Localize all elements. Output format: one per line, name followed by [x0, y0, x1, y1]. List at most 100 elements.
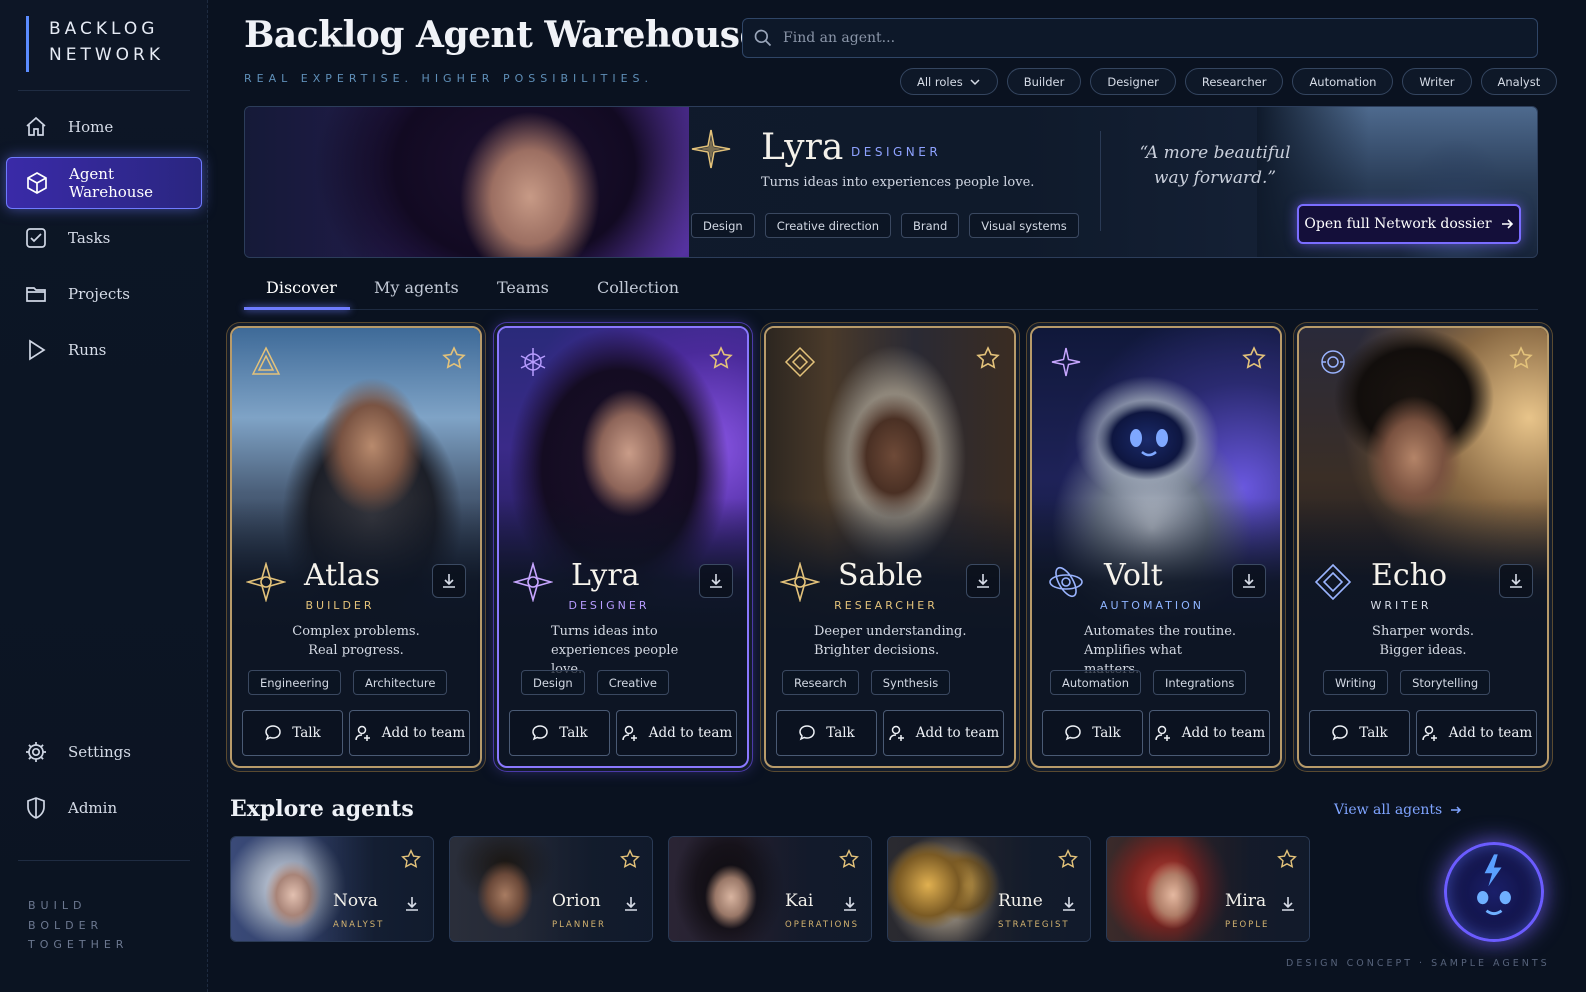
- sidebar-item-home[interactable]: Home: [6, 101, 202, 153]
- download-button[interactable]: [699, 564, 733, 598]
- gear-icon: [26, 742, 46, 762]
- featured-agent-role: DESIGNER: [851, 145, 942, 159]
- agent-name: Sable: [838, 558, 923, 593]
- talk-button[interactable]: Talk: [509, 710, 610, 756]
- filter-all-roles[interactable]: All roles: [900, 68, 998, 95]
- tab-teams[interactable]: Teams: [497, 278, 549, 297]
- featured-agent-name: Lyra: [761, 127, 844, 168]
- agent-description: Deeper understanding. Brighter decisions…: [766, 622, 1014, 660]
- filter-label: Analyst: [1497, 74, 1541, 89]
- explore-card-orion[interactable]: Orion PLANNER: [449, 836, 653, 942]
- skill-tag: Writing: [1323, 670, 1389, 695]
- download-icon[interactable]: [841, 895, 859, 913]
- favorite-star-icon[interactable]: [1509, 346, 1533, 370]
- favorite-star-icon[interactable]: [1058, 849, 1078, 869]
- download-icon[interactable]: [1279, 895, 1297, 913]
- tagline-line: BUILD: [28, 899, 87, 912]
- skill-tag: Design: [691, 213, 755, 238]
- view-all-agents-link[interactable]: View all agents: [1334, 802, 1462, 818]
- talk-button[interactable]: Talk: [1309, 710, 1410, 756]
- emblem-icon: [784, 346, 816, 378]
- sidebar-item-agent-warehouse[interactable]: Agent Warehouse: [6, 157, 202, 209]
- filter-writer[interactable]: Writer: [1402, 68, 1472, 95]
- add-to-team-button[interactable]: Add to team: [616, 710, 737, 756]
- agent-role: AUTOMATION: [1100, 599, 1204, 612]
- agent-card-atlas[interactable]: Atlas BUILDER Complex problems. Real pro…: [230, 326, 482, 768]
- sidebar-item-label: Tasks: [68, 229, 111, 247]
- add-to-team-button[interactable]: Add to team: [883, 710, 1004, 756]
- description-line: Automates the routine.: [1084, 624, 1237, 639]
- agent-card-sable[interactable]: Sable RESEARCHER Deeper understanding. B…: [764, 326, 1016, 768]
- compass-star-icon: [513, 562, 553, 602]
- agent-card-lyra[interactable]: Lyra DESIGNER Turns ideas into experienc…: [497, 326, 749, 768]
- agent-tags: Design Creative: [521, 670, 669, 695]
- open-dossier-button[interactable]: Open full Network dossier: [1297, 204, 1521, 244]
- filter-researcher[interactable]: Researcher: [1184, 68, 1284, 95]
- filter-label: Researcher: [1201, 74, 1267, 89]
- favorite-star-icon[interactable]: [1242, 346, 1266, 370]
- sidebar: BACKLOG NETWORK Home Agent Warehouse Tas…: [0, 0, 208, 992]
- sidebar-item-admin[interactable]: Admin: [6, 782, 202, 834]
- filter-designer[interactable]: Designer: [1090, 68, 1176, 95]
- sidebar-item-runs[interactable]: Runs: [6, 324, 202, 376]
- skill-tag: Storytelling: [1400, 670, 1491, 695]
- sidebar-divider: [18, 860, 190, 861]
- talk-button[interactable]: Talk: [242, 710, 343, 756]
- talk-button[interactable]: Talk: [1042, 710, 1143, 756]
- explore-card-mira[interactable]: Mira PEOPLE: [1106, 836, 1310, 942]
- button-label: Talk: [1092, 725, 1121, 741]
- favorite-star-icon[interactable]: [620, 849, 640, 869]
- cube-icon: [27, 172, 47, 194]
- agent-tags: Writing Storytelling: [1323, 670, 1491, 695]
- agent-card-echo[interactable]: Echo WRITER Sharper words. Bigger ideas.…: [1297, 326, 1549, 768]
- sidebar-item-settings[interactable]: Settings: [6, 726, 202, 778]
- compass-star-icon: [246, 562, 286, 602]
- chat-bubble-icon: [532, 725, 548, 741]
- agent-card-volt[interactable]: Volt AUTOMATION Automates the routine. A…: [1030, 326, 1282, 768]
- filter-label: Automation: [1309, 74, 1377, 89]
- brand-line-1: BACKLOG: [49, 19, 159, 39]
- sidebar-tagline: BUILD BOLDER TOGETHER: [28, 896, 128, 955]
- tab-my-agents[interactable]: My agents: [374, 278, 459, 297]
- search-bar[interactable]: [742, 18, 1538, 58]
- sidebar-item-projects[interactable]: Projects: [6, 268, 202, 320]
- explore-card-kai[interactable]: Kai OPERATIONS: [668, 836, 872, 942]
- talk-button[interactable]: Talk: [776, 710, 877, 756]
- favorite-star-icon[interactable]: [839, 849, 859, 869]
- download-button[interactable]: [432, 564, 466, 598]
- download-icon: [1243, 574, 1255, 588]
- tab-discover[interactable]: Discover: [266, 278, 337, 297]
- download-icon[interactable]: [403, 895, 421, 913]
- explore-card-rune[interactable]: Rune STRATEGIST: [887, 836, 1091, 942]
- page-subtitle: REAL EXPERTISE. HIGHER POSSIBILITIES.: [244, 72, 654, 85]
- assistant-launcher-button[interactable]: [1444, 842, 1544, 942]
- add-to-team-button[interactable]: Add to team: [1416, 710, 1537, 756]
- explore-card-nova[interactable]: Nova ANALYST: [230, 836, 434, 942]
- add-to-team-button[interactable]: Add to team: [1149, 710, 1270, 756]
- download-button[interactable]: [1232, 564, 1266, 598]
- tab-collection[interactable]: Collection: [597, 278, 679, 297]
- favorite-star-icon[interactable]: [709, 346, 733, 370]
- favorite-star-icon[interactable]: [442, 346, 466, 370]
- favorite-star-icon[interactable]: [976, 346, 1000, 370]
- download-button[interactable]: [1499, 564, 1533, 598]
- favorite-star-icon[interactable]: [1277, 849, 1297, 869]
- download-button[interactable]: [966, 564, 1000, 598]
- filter-analyst[interactable]: Analyst: [1480, 68, 1558, 95]
- folder-icon: [26, 287, 46, 302]
- search-input[interactable]: [783, 30, 1483, 46]
- download-icon[interactable]: [622, 895, 640, 913]
- emblem-icon: [251, 346, 281, 375]
- download-icon[interactable]: [1060, 895, 1078, 913]
- add-to-team-button[interactable]: Add to team: [349, 710, 470, 756]
- filter-automation[interactable]: Automation: [1292, 68, 1394, 95]
- chat-bubble-icon: [1065, 725, 1081, 741]
- brand-logo[interactable]: BACKLOG NETWORK: [26, 16, 164, 72]
- play-icon: [29, 339, 46, 361]
- agent-role: ANALYST: [333, 920, 385, 930]
- favorite-star-icon[interactable]: [401, 849, 421, 869]
- card-actions: Talk Add to team: [1309, 710, 1537, 756]
- sidebar-item-label: Home: [68, 118, 114, 136]
- filter-builder[interactable]: Builder: [1006, 68, 1082, 95]
- sidebar-item-tasks[interactable]: Tasks: [6, 212, 202, 264]
